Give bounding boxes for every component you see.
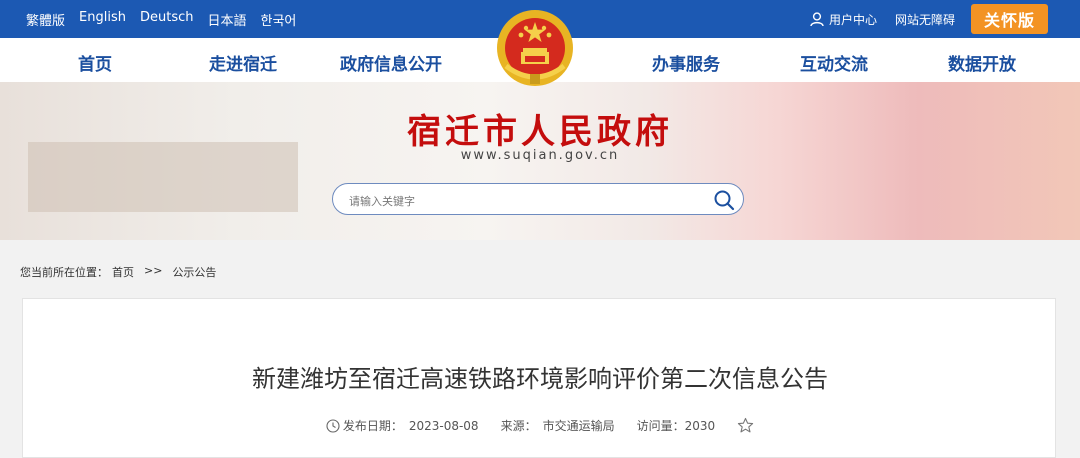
nav-gov-info[interactable]: 政府信息公开 [340, 50, 442, 75]
nav-interaction[interactable]: 互动交流 [800, 50, 868, 75]
breadcrumb-home[interactable]: 首页 [112, 264, 134, 280]
user-center-link[interactable]: 用户中心 [810, 11, 877, 28]
user-center-label: 用户中心 [828, 12, 877, 27]
user-icon [810, 11, 824, 26]
breadcrumb: 您当前所在位置： 首页 >> 公示公告 [20, 264, 216, 280]
article-card: 新建潍坊至宿迁高速铁路环境影响评价第二次信息公告 发布日期： 2023-08-0… [22, 298, 1056, 458]
nav-home[interactable]: 首页 [78, 50, 112, 75]
accessibility-link[interactable]: 网站无障碍 [895, 11, 955, 28]
source-label: 来源： [500, 419, 537, 433]
date-label: 发布日期： [342, 419, 403, 433]
lang-korean[interactable]: 한국어 [261, 10, 297, 29]
lang-german[interactable]: Deutsch [140, 10, 194, 29]
nav-about-suqian[interactable]: 走进宿迁 [209, 50, 277, 75]
article-source: 市交通运输局 [542, 419, 615, 433]
national-emblem-icon [497, 10, 573, 86]
search-input[interactable] [347, 190, 711, 212]
search-box [332, 183, 744, 215]
lang-japanese[interactable]: 日本語 [207, 10, 246, 29]
star-icon[interactable] [737, 417, 754, 434]
breadcrumb-current[interactable]: 公示公告 [172, 264, 216, 280]
breadcrumb-label: 您当前所在位置： [20, 266, 108, 279]
nav-services[interactable]: 办事服务 [652, 50, 720, 75]
care-mode-button[interactable]: 关怀版 [970, 4, 1048, 34]
lang-english[interactable]: English [79, 10, 126, 29]
breadcrumb-separator: >> [144, 264, 163, 277]
views-label: 访问量： [636, 419, 685, 433]
publish-date: 2023-08-08 [408, 418, 479, 433]
language-switcher: 繁體版 English Deutsch 日本語 한국어 [26, 10, 296, 29]
article-title: 新建潍坊至宿迁高速铁路环境影响评价第二次信息公告 [252, 365, 828, 393]
view-count: 2030 [684, 418, 716, 433]
site-title: 宿迁市人民政府 [407, 112, 673, 152]
lang-traditional-chinese[interactable]: 繁體版 [26, 10, 65, 29]
nav-open-data[interactable]: 数据开放 [948, 50, 1016, 75]
site-domain: www.suqian.gov.cn [460, 148, 620, 163]
clock-icon [326, 418, 340, 433]
article-meta: 发布日期： 2023-08-08 来源： 市交通运输局 访问量： 2030 [23, 417, 1057, 434]
search-icon[interactable] [713, 189, 735, 211]
header-banner: 宿迁市人民政府 www.suqian.gov.cn [0, 82, 1080, 240]
